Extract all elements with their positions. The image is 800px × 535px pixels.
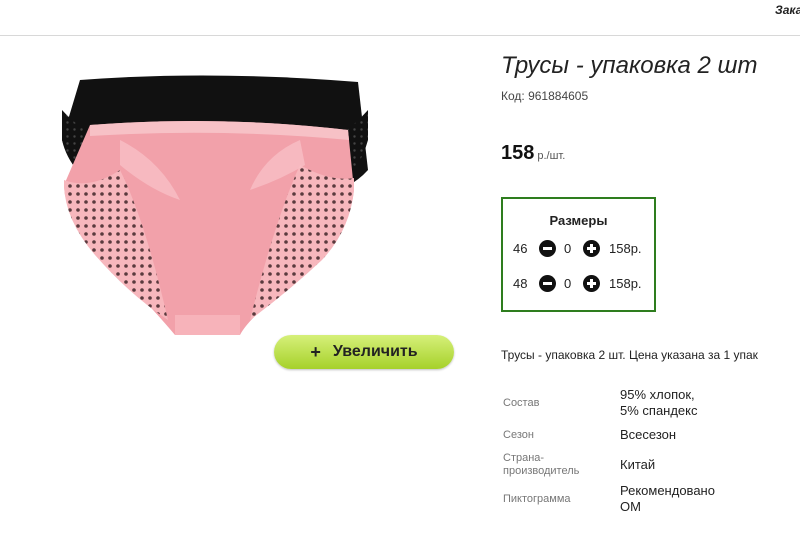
- minus-circle-icon[interactable]: [539, 240, 556, 257]
- size-row: 46 0 158р.: [513, 239, 653, 259]
- spec-value: Всесезон: [620, 427, 677, 442]
- product-price: 158 р./шт.: [501, 142, 565, 165]
- spec-label: Сезон: [503, 429, 534, 441]
- sizes-title: Размеры: [549, 213, 608, 228]
- size-label: 46: [513, 241, 528, 256]
- product-title: Трусы - упаковка 2 шт: [501, 52, 758, 79]
- spec-value-line: 95% хлопок,: [620, 387, 695, 402]
- plus-circle-icon[interactable]: [583, 275, 600, 292]
- plus-circle-icon[interactable]: [583, 240, 600, 257]
- size-label: 48: [513, 276, 528, 291]
- spec-value-line: Рекомендовано: [620, 483, 715, 498]
- spec-value: 95% хлопок, 5% спандекс: [620, 387, 698, 419]
- spec-label: Состав: [503, 397, 540, 409]
- top-bar: Зака: [0, 0, 800, 36]
- plus-icon: +: [310, 341, 321, 362]
- top-nav-link[interactable]: Зака: [775, 3, 800, 17]
- sizes-box: Размеры 46 0 158р. 48 0 158р.: [501, 197, 656, 312]
- price-unit: р./шт.: [537, 150, 566, 162]
- spec-label-line: Страна-: [503, 452, 545, 464]
- size-price: 158р.: [609, 276, 642, 291]
- spec-label: Страна- производитель: [503, 452, 579, 478]
- size-row: 48 0 158р.: [513, 274, 653, 294]
- product-image[interactable]: [50, 70, 380, 370]
- size-price: 158р.: [609, 241, 642, 256]
- spec-value-line: 5% спандекс: [620, 403, 698, 418]
- spec-value: Рекомендовано ОМ: [620, 483, 715, 515]
- spec-label: Пиктограмма: [503, 493, 571, 505]
- product-description: Трусы - упаковка 2 шт. Цена указана за 1…: [501, 348, 758, 362]
- product-sku: Код: 961884605: [501, 89, 589, 103]
- zoom-button-label: Увеличить: [332, 343, 418, 360]
- size-qty: 0: [564, 276, 572, 291]
- spec-value: Китай: [620, 457, 656, 472]
- spec-value-line: ОМ: [620, 499, 641, 514]
- size-qty: 0: [564, 241, 572, 256]
- price-value: 158: [501, 142, 535, 164]
- zoom-button[interactable]: + Увеличить: [274, 335, 454, 369]
- spec-label-line: производитель: [503, 465, 580, 477]
- minus-circle-icon[interactable]: [539, 275, 556, 292]
